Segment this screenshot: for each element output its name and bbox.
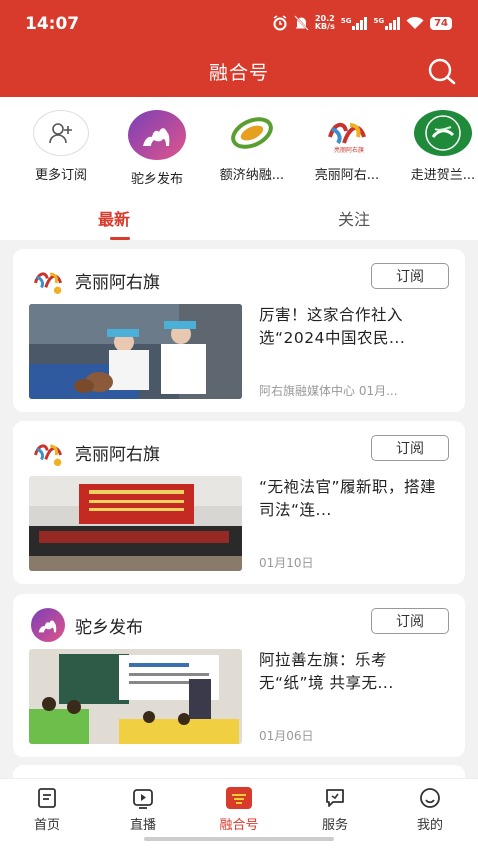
alarm-icon: [273, 15, 287, 31]
news-thumbnail[interactable]: [29, 649, 242, 744]
home-doc-icon: [36, 787, 58, 809]
news-meta: 阿右旗融媒体中心 01月...: [259, 384, 398, 398]
tab-latest[interactable]: 最新: [98, 206, 130, 230]
news-title[interactable]: “无袍法官”履新职，搭建司法“连...: [259, 476, 449, 522]
news-thumbnail[interactable]: [29, 304, 242, 399]
play-tv-icon: [132, 787, 154, 809]
channel-name[interactable]: 亮丽阿右旗: [75, 440, 160, 465]
nav-home[interactable]: 首页: [17, 787, 77, 833]
signal-1: 5G: [341, 16, 368, 30]
wifi-icon: [406, 16, 424, 29]
home-indicator: [144, 837, 334, 841]
news-card[interactable]: 亮丽阿右旗 订阅 厉害！这家合作社入选“2024中国农民... 阿右旗融媒体中心…: [13, 249, 465, 412]
green-circle-logo-icon: [414, 110, 472, 156]
card-header: 亮丽阿右旗: [31, 435, 160, 469]
camel-logo-icon: [128, 110, 186, 160]
news-title[interactable]: 阿拉善左旗：乐考无“纸”境 共享无...: [259, 649, 449, 695]
svg-text:亮丽阿右旗: 亮丽阿右旗: [334, 146, 364, 153]
subscription-ejina[interactable]: 额济纳融...: [207, 110, 297, 183]
card-header: 亮丽阿右旗: [31, 263, 160, 297]
fusion-badge-icon: [226, 787, 252, 809]
subscribe-button[interactable]: 订阅: [371, 263, 449, 289]
nav-live[interactable]: 直播: [113, 787, 173, 833]
card-header: 驼乡发布: [31, 608, 143, 642]
app-header: 14:07 20.2 KB/s 5G 5G 74 融合号: [0, 0, 478, 97]
nav-mine[interactable]: 我的: [400, 787, 460, 833]
status-time: 14:07: [25, 14, 80, 34]
tab-indicator: [110, 237, 130, 240]
news-card-partial: [13, 765, 465, 779]
nav-service[interactable]: 服务: [305, 787, 365, 833]
news-card[interactable]: 亮丽阿右旗 订阅 “无袍法官”履新职，搭建司法“连... 01月10日: [13, 421, 465, 584]
tab-follow[interactable]: 关注: [338, 206, 370, 230]
nav-fusion[interactable]: 融合号: [209, 787, 269, 833]
news-title[interactable]: 厉害！这家合作社入选“2024中国农民...: [259, 304, 449, 350]
page-title: 融合号: [208, 62, 269, 84]
net-speed: 20.2 KB/s: [314, 14, 335, 31]
subscribe-button[interactable]: 订阅: [371, 435, 449, 461]
add-user-icon: [33, 110, 89, 156]
subscribe-button[interactable]: 订阅: [371, 608, 449, 634]
subscription-alyou[interactable]: 亮丽阿右旗 亮丽阿右...: [302, 110, 392, 183]
news-thumbnail[interactable]: [29, 476, 242, 571]
channel-logo-icon: [31, 435, 65, 469]
subscription-tuoxiang[interactable]: 驼乡发布: [112, 110, 202, 187]
subscription-strip: 更多订阅 驼乡发布 额济纳融... 亮丽阿右旗 亮丽阿右... 走进贺兰...: [0, 97, 478, 194]
camel-logo-icon: [31, 608, 65, 642]
news-card[interactable]: 驼乡发布 订阅 阿拉善左旗：乐考无“纸”境 共享无... 01月06日: [13, 594, 465, 757]
service-flag-icon: [324, 787, 346, 809]
status-bar: 14:07 20.2 KB/s 5G 5G 74: [0, 0, 478, 46]
channel-logo-icon: [31, 263, 65, 297]
signal-2: 5G: [373, 16, 401, 30]
colorful-logo-icon: 亮丽阿右旗: [318, 110, 376, 156]
subscription-helan[interactable]: 走进贺兰...: [398, 110, 478, 183]
search-icon[interactable]: [426, 58, 458, 86]
news-meta: 01月06日: [259, 729, 314, 743]
battery-icon: 74: [430, 16, 452, 30]
status-icons: 20.2 KB/s 5G 5G 74: [272, 15, 452, 31]
channel-name[interactable]: 亮丽阿右旗: [75, 268, 160, 293]
green-leaf-logo-icon: [223, 110, 281, 156]
smile-user-icon: [419, 787, 441, 809]
feed-tabs: 最新 关注: [0, 194, 478, 240]
channel-name[interactable]: 驼乡发布: [75, 613, 143, 638]
subscription-more[interactable]: 更多订阅: [16, 110, 106, 183]
news-meta: 01月10日: [259, 556, 314, 570]
mute-bell-icon: [294, 15, 309, 31]
